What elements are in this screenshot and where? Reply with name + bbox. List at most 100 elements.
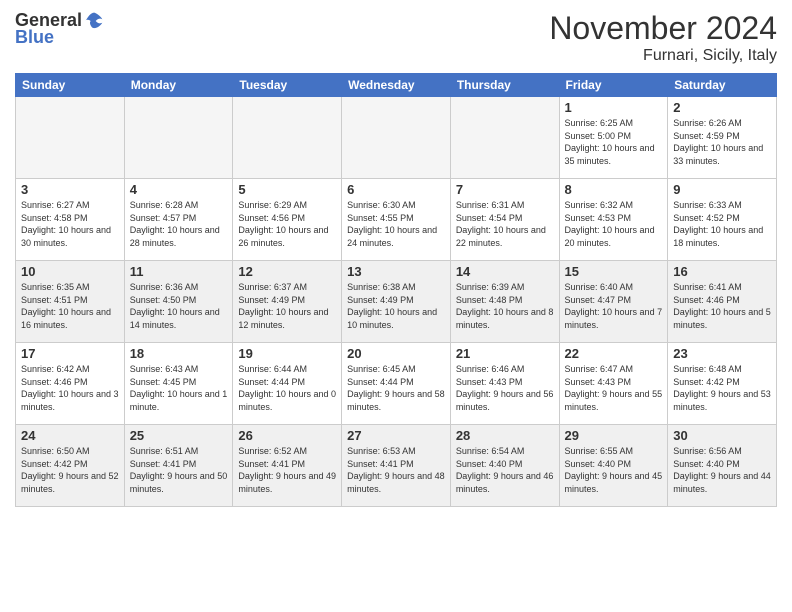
day-info: Sunrise: 6:40 AMSunset: 4:47 PMDaylight:… <box>565 281 663 331</box>
day-cell: 22 Sunrise: 6:47 AMSunset: 4:43 PMDayligh… <box>559 343 668 425</box>
week-row-4: 24 Sunrise: 6:50 AMSunset: 4:42 PMDayligh… <box>16 425 777 507</box>
day-cell: 28 Sunrise: 6:54 AMSunset: 4:40 PMDayligh… <box>450 425 559 507</box>
day-cell: 24 Sunrise: 6:50 AMSunset: 4:42 PMDayligh… <box>16 425 125 507</box>
day-cell: 19 Sunrise: 6:44 AMSunset: 4:44 PMDayligh… <box>233 343 342 425</box>
day-info: Sunrise: 6:44 AMSunset: 4:44 PMDaylight:… <box>238 363 336 413</box>
day-number: 8 <box>565 182 663 197</box>
day-number: 9 <box>673 182 771 197</box>
day-cell: 23 Sunrise: 6:48 AMSunset: 4:42 PMDayligh… <box>668 343 777 425</box>
day-info: Sunrise: 6:38 AMSunset: 4:49 PMDaylight:… <box>347 281 445 331</box>
day-info: Sunrise: 6:52 AMSunset: 4:41 PMDaylight:… <box>238 445 336 495</box>
day-info: Sunrise: 6:31 AMSunset: 4:54 PMDaylight:… <box>456 199 554 249</box>
day-cell: 11 Sunrise: 6:36 AMSunset: 4:50 PMDayligh… <box>124 261 233 343</box>
day-cell: 7 Sunrise: 6:31 AMSunset: 4:54 PMDaylight… <box>450 179 559 261</box>
day-info: Sunrise: 6:36 AMSunset: 4:50 PMDaylight:… <box>130 281 228 331</box>
day-cell: 17Sunrise: 6:42 AMSunset: 4:46 PMDayligh… <box>16 343 125 425</box>
day-number: 7 <box>456 182 554 197</box>
day-cell: 2 Sunrise: 6:26 AMSunset: 4:59 PMDaylight… <box>668 97 777 179</box>
day-cell: 5Sunrise: 6:29 AMSunset: 4:56 PMDaylight… <box>233 179 342 261</box>
col-header-wednesday: Wednesday <box>342 74 451 97</box>
day-info: Sunrise: 6:43 AMSunset: 4:45 PMDaylight:… <box>130 363 228 413</box>
day-cell: 14Sunrise: 6:39 AMSunset: 4:48 PMDayligh… <box>450 261 559 343</box>
day-info: Sunrise: 6:56 AMSunset: 4:40 PMDaylight:… <box>673 445 771 495</box>
day-cell <box>16 97 125 179</box>
col-header-sunday: Sunday <box>16 74 125 97</box>
day-cell: 30 Sunrise: 6:56 AMSunset: 4:40 PMDayligh… <box>668 425 777 507</box>
day-number: 6 <box>347 182 445 197</box>
day-cell: 16 Sunrise: 6:41 AMSunset: 4:46 PMDayligh… <box>668 261 777 343</box>
location: Furnari, Sicily, Italy <box>549 47 777 65</box>
day-number: 13 <box>347 264 445 279</box>
day-cell: 4 Sunrise: 6:28 AMSunset: 4:57 PMDaylight… <box>124 179 233 261</box>
col-header-friday: Friday <box>559 74 668 97</box>
title-block: November 2024 Furnari, Sicily, Italy <box>549 10 777 65</box>
col-header-thursday: Thursday <box>450 74 559 97</box>
day-info: Sunrise: 6:29 AMSunset: 4:56 PMDaylight:… <box>238 199 336 249</box>
day-info: Sunrise: 6:41 AMSunset: 4:46 PMDaylight:… <box>673 281 771 331</box>
day-info: Sunrise: 6:55 AMSunset: 4:40 PMDaylight:… <box>565 445 663 495</box>
day-cell: 25 Sunrise: 6:51 AMSunset: 4:41 PMDayligh… <box>124 425 233 507</box>
day-number: 21 <box>456 346 554 361</box>
day-info: Sunrise: 6:32 AMSunset: 4:53 PMDaylight:… <box>565 199 663 249</box>
day-cell: 13 Sunrise: 6:38 AMSunset: 4:49 PMDayligh… <box>342 261 451 343</box>
day-cell: 6 Sunrise: 6:30 AMSunset: 4:55 PMDaylight… <box>342 179 451 261</box>
header-row: SundayMondayTuesdayWednesdayThursdayFrid… <box>16 74 777 97</box>
day-number: 29 <box>565 428 663 443</box>
day-number: 30 <box>673 428 771 443</box>
col-header-monday: Monday <box>124 74 233 97</box>
day-info: Sunrise: 6:26 AMSunset: 4:59 PMDaylight:… <box>673 117 771 167</box>
day-cell: 10Sunrise: 6:35 AMSunset: 4:51 PMDayligh… <box>16 261 125 343</box>
day-number: 1 <box>565 100 663 115</box>
day-cell <box>124 97 233 179</box>
day-cell: 18 Sunrise: 6:43 AMSunset: 4:45 PMDayligh… <box>124 343 233 425</box>
day-info: Sunrise: 6:33 AMSunset: 4:52 PMDaylight:… <box>673 199 771 249</box>
day-info: Sunrise: 6:47 AMSunset: 4:43 PMDaylight:… <box>565 363 663 413</box>
day-info: Sunrise: 6:45 AMSunset: 4:44 PMDaylight:… <box>347 363 445 413</box>
week-row-3: 17Sunrise: 6:42 AMSunset: 4:46 PMDayligh… <box>16 343 777 425</box>
day-info: Sunrise: 6:30 AMSunset: 4:55 PMDaylight:… <box>347 199 445 249</box>
day-number: 27 <box>347 428 445 443</box>
day-number: 24 <box>21 428 119 443</box>
day-info: Sunrise: 6:42 AMSunset: 4:46 PMDaylight:… <box>21 363 119 413</box>
day-cell: 12 Sunrise: 6:37 AMSunset: 4:49 PMDayligh… <box>233 261 342 343</box>
day-cell: 15 Sunrise: 6:40 AMSunset: 4:47 PMDayligh… <box>559 261 668 343</box>
day-info: Sunrise: 6:51 AMSunset: 4:41 PMDaylight:… <box>130 445 228 495</box>
day-number: 10 <box>21 264 119 279</box>
day-number: 23 <box>673 346 771 361</box>
day-cell <box>342 97 451 179</box>
week-row-1: 3 Sunrise: 6:27 AMSunset: 4:58 PMDaylight… <box>16 179 777 261</box>
day-cell <box>450 97 559 179</box>
day-cell: 26 Sunrise: 6:52 AMSunset: 4:41 PMDayligh… <box>233 425 342 507</box>
day-number: 25 <box>130 428 228 443</box>
week-row-2: 10Sunrise: 6:35 AMSunset: 4:51 PMDayligh… <box>16 261 777 343</box>
day-info: Sunrise: 6:25 AMSunset: 5:00 PMDaylight:… <box>565 117 663 167</box>
day-number: 28 <box>456 428 554 443</box>
day-number: 18 <box>130 346 228 361</box>
calendar-page: General Blue November 2024 Furnari, Sici… <box>0 0 792 612</box>
day-info: Sunrise: 6:27 AMSunset: 4:58 PMDaylight:… <box>21 199 119 249</box>
day-number: 11 <box>130 264 228 279</box>
day-number: 4 <box>130 182 228 197</box>
day-cell: 21Sunrise: 6:46 AMSunset: 4:43 PMDayligh… <box>450 343 559 425</box>
day-info: Sunrise: 6:48 AMSunset: 4:42 PMDaylight:… <box>673 363 771 413</box>
header: General Blue November 2024 Furnari, Sici… <box>15 10 777 65</box>
day-number: 12 <box>238 264 336 279</box>
calendar-table: SundayMondayTuesdayWednesdayThursdayFrid… <box>15 73 777 507</box>
day-cell: 9 Sunrise: 6:33 AMSunset: 4:52 PMDaylight… <box>668 179 777 261</box>
day-number: 2 <box>673 100 771 115</box>
day-cell: 3 Sunrise: 6:27 AMSunset: 4:58 PMDaylight… <box>16 179 125 261</box>
day-number: 22 <box>565 346 663 361</box>
day-number: 15 <box>565 264 663 279</box>
day-number: 26 <box>238 428 336 443</box>
day-info: Sunrise: 6:54 AMSunset: 4:40 PMDaylight:… <box>456 445 554 495</box>
month-title: November 2024 <box>549 10 777 47</box>
day-info: Sunrise: 6:50 AMSunset: 4:42 PMDaylight:… <box>21 445 119 495</box>
day-number: 14 <box>456 264 554 279</box>
day-info: Sunrise: 6:37 AMSunset: 4:49 PMDaylight:… <box>238 281 336 331</box>
day-number: 16 <box>673 264 771 279</box>
day-number: 19 <box>238 346 336 361</box>
col-header-tuesday: Tuesday <box>233 74 342 97</box>
week-row-0: 1 Sunrise: 6:25 AMSunset: 5:00 PMDaylight… <box>16 97 777 179</box>
day-number: 3 <box>21 182 119 197</box>
day-info: Sunrise: 6:28 AMSunset: 4:57 PMDaylight:… <box>130 199 228 249</box>
